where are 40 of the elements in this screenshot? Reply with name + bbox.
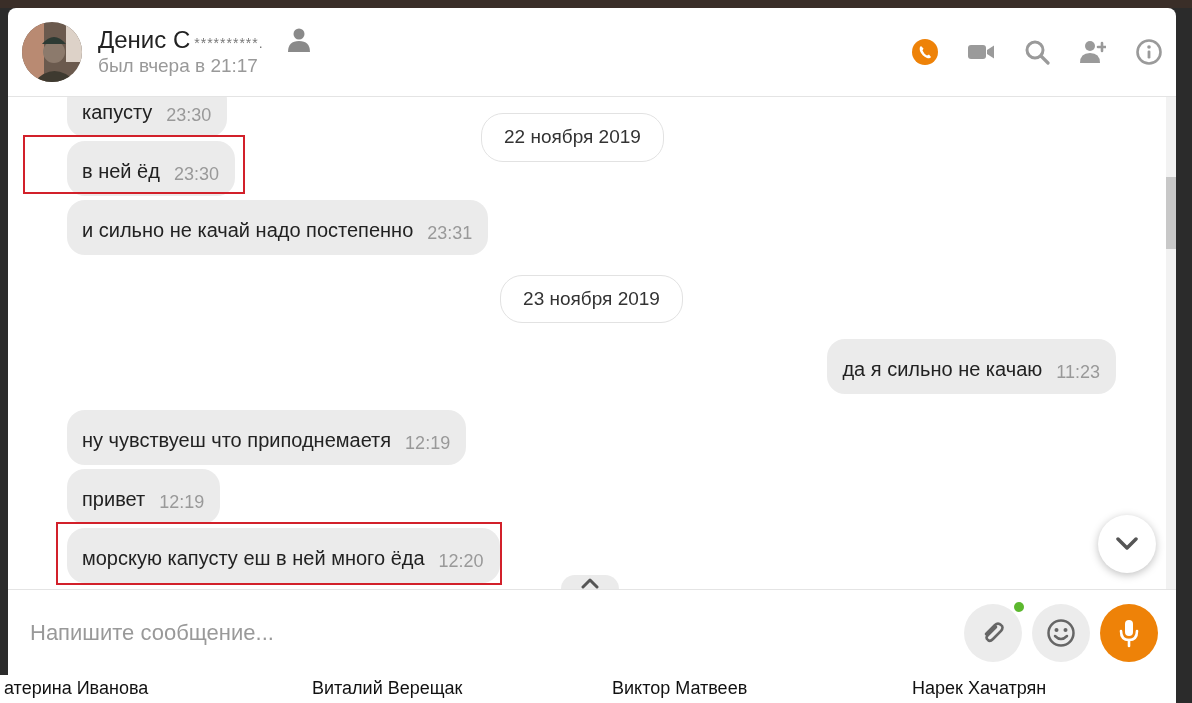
message-text: капусту [82,99,153,125]
masked-surname: **********. [194,34,264,53]
phone-button[interactable] [912,39,938,65]
message-time: 11:23 [1056,361,1100,384]
scroll-down-button[interactable] [1098,515,1156,573]
message-text: привет [82,487,146,512]
info-button[interactable] [1136,39,1162,65]
message-time: 23:30 [166,103,212,127]
add-person-icon [1080,39,1106,65]
message-text: в ней ёд [82,158,160,184]
search-icon [1024,39,1050,65]
info-icon [1136,39,1162,65]
contact-name: Нарек Хачатрян [912,677,1048,700]
message-text: ну чувствуеш что приподнемаетя [82,428,392,453]
scrollbar[interactable] [1166,97,1176,589]
message-time: 12:20 [438,550,484,573]
contact-name: Денис С [98,26,191,54]
message-time: 23:30 [173,162,219,186]
date-separator: 23 ноября 2019 [500,274,683,323]
message-time: 23:31 [427,221,473,245]
message-time: 12:19 [159,491,205,514]
contact-name: Виталий Верещак [312,677,464,700]
date-separator: 22 ноября 2019 [481,113,664,162]
voice-message-button[interactable] [1100,603,1158,662]
message-text: да я сильно не качаю [842,357,1043,382]
contact-name: Виктор Матвеев [612,677,749,700]
phone-icon [912,39,938,65]
message-text: морскую капусту еш в ней много ёда [82,546,425,571]
last-seen-status: был вчера в 21:17 [98,54,259,78]
person-icon [287,28,310,52]
search-button[interactable] [1024,39,1050,65]
message-time: 12:19 [405,432,451,455]
smiley-icon [1046,617,1076,648]
message-input[interactable]: Напишите сообщение... [28,615,954,650]
microphone-icon [1118,617,1140,648]
add-person-button[interactable] [1080,39,1106,65]
chevron-up-icon [581,578,599,589]
contact-name: атерина Иванова [4,677,150,700]
chevron-down-icon [1116,537,1138,551]
message-text: и сильно не качай надо постепенно [82,217,414,243]
